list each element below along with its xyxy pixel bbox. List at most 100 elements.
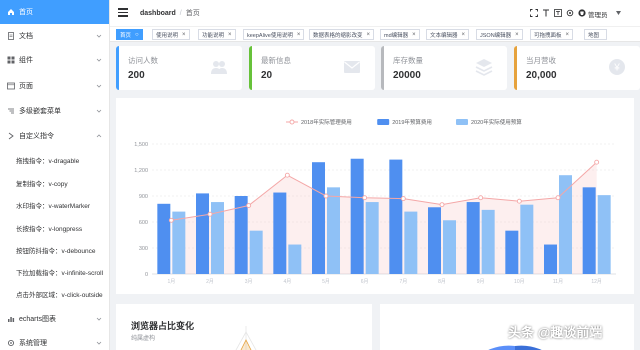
- fullscreen-icon[interactable]: [530, 9, 538, 17]
- stat-value: 20000: [393, 70, 421, 81]
- bar-budget-2019: [273, 192, 287, 274]
- tag-usage[interactable]: 使用说明 ×: [152, 29, 190, 40]
- sidebar-subitem-click-outside[interactable]: 点击外部区域：v-click-outside: [0, 284, 109, 304]
- line-point: [516, 198, 522, 204]
- card-stripe: [116, 46, 119, 90]
- legend-label: 2018年实际管理费用: [301, 118, 352, 126]
- font-size-icon[interactable]: [542, 9, 550, 17]
- sidebar-item-pages[interactable]: 页面: [0, 74, 109, 98]
- system-icon: [7, 339, 15, 347]
- y-tick-label: 900: [139, 194, 148, 200]
- stat-card-visitors: 访问人数 200: [116, 46, 242, 90]
- sidebar-subitem-copy[interactable]: 复制指令：v-copy: [0, 173, 109, 193]
- bar-budget-2019: [196, 193, 209, 274]
- panel-subtitle: 纯属虚构: [131, 336, 156, 342]
- tag-keepalive[interactable]: keepAlive使用说明 ×: [243, 29, 305, 40]
- sidebar-item-directives[interactable]: 自定义指令: [0, 124, 109, 148]
- chevron-down-icon: [96, 341, 102, 345]
- line-point: [246, 203, 252, 208]
- github-icon[interactable]: [578, 9, 586, 17]
- sidebar-subitem-infinite-scroll[interactable]: 下拉加载指令：v-infinite-scroll: [0, 262, 109, 282]
- bar-actual-2020: [327, 187, 340, 274]
- sidebar-item-label: 多级嵌套菜单: [19, 108, 61, 115]
- close-icon[interactable]: ×: [412, 32, 416, 38]
- component-icon: [7, 56, 15, 64]
- pie-chart-fragment: [488, 345, 542, 350]
- tag-text-editor[interactable]: 文本编辑器 ×: [426, 29, 470, 40]
- legend-marker: [377, 119, 390, 125]
- sidebar-item-docs[interactable]: 文档: [0, 24, 109, 48]
- bar-actual-2020: [172, 211, 186, 274]
- bar-budget-2019: [428, 207, 441, 274]
- close-icon[interactable]: ×: [182, 32, 186, 38]
- legend-marker: [456, 119, 468, 125]
- sidebar-item-components[interactable]: 组件: [0, 48, 109, 72]
- revenue-icon: ¥: [609, 59, 625, 75]
- close-icon[interactable]: ×: [297, 32, 301, 38]
- close-icon[interactable]: ×: [228, 32, 232, 38]
- x-tick-label: 7月: [399, 279, 407, 285]
- close-icon[interactable]: ×: [515, 32, 519, 38]
- close-icon[interactable]: ×: [566, 32, 570, 38]
- sidebar-item-echarts[interactable]: echarts图表: [0, 307, 109, 331]
- sidebar-item-label: echarts图表: [19, 316, 56, 323]
- tag-table-resize[interactable]: 数据表格的缩影改变 ×: [309, 29, 375, 40]
- line-point: [439, 202, 445, 208]
- tag-map[interactable]: 地图: [584, 29, 608, 40]
- bar-actual-2020: [520, 204, 534, 274]
- chart-icon: [7, 315, 15, 323]
- x-tick-label: 6月: [361, 279, 369, 285]
- x-tick-label: 10月: [514, 279, 525, 285]
- sidebar-item-system[interactable]: 系统管理: [0, 331, 109, 350]
- x-tick-label: 4月: [283, 279, 291, 285]
- sidebar-item-label: 首页: [19, 9, 33, 16]
- sidebar-subitem-watermarker[interactable]: 水印指令：v-waterMarker: [0, 195, 109, 215]
- stat-value: 20,000: [526, 70, 557, 81]
- bar-budget-2019: [389, 159, 403, 274]
- breadcrumb-item-dashboard[interactable]: dashboard: [140, 10, 176, 17]
- x-tick-label: 5月: [322, 279, 330, 285]
- language-icon[interactable]: [554, 9, 562, 17]
- tag-json-editor[interactable]: JSON编辑器 ×: [476, 29, 523, 40]
- sidebar-item-label: 页面: [19, 83, 33, 90]
- visitors-icon: [211, 61, 227, 74]
- hamburger-menu-icon[interactable]: [118, 8, 128, 17]
- sidebar-item-label: 自定义指令: [19, 133, 54, 140]
- bar-actual-2020: [443, 220, 456, 274]
- user-name[interactable]: 管理员: [588, 9, 608, 19]
- settings-icon[interactable]: [566, 9, 574, 17]
- x-tick-label: 11月: [553, 279, 563, 285]
- sidebar-item-home[interactable]: 首页: [0, 0, 109, 24]
- sidebar-subitem-longpress[interactable]: 长按指令：v-longpress: [0, 218, 109, 238]
- bar-actual-2020: [597, 195, 611, 274]
- bar-actual-2020: [559, 175, 572, 274]
- breadcrumb-item-home: 首页: [185, 10, 200, 17]
- stat-title: 访问人数: [128, 56, 158, 65]
- sidebar-item-nested-menu[interactable]: 多级嵌套菜单: [0, 99, 109, 123]
- card-stripe: [514, 46, 517, 90]
- message-icon: [344, 61, 360, 73]
- caret-down-icon[interactable]: [616, 11, 621, 15]
- line-point: [284, 172, 290, 178]
- tag-md-editor[interactable]: md编辑器 ×: [380, 29, 420, 40]
- x-tick-label: 12月: [591, 279, 602, 285]
- y-tick-label: 600: [139, 220, 148, 226]
- tag-features[interactable]: 功能说明 ×: [198, 29, 236, 40]
- budget-chart-panel: 0 300 600 900 1,200 1,500 1月 2月 3月 4月 5月 6月 7月 8月 9月 10…: [116, 98, 634, 294]
- sidebar-subitem-debounce[interactable]: 按钮防抖指令：v-debounce: [0, 240, 109, 260]
- bar-budget-2019: [312, 162, 325, 274]
- close-icon[interactable]: ×: [462, 32, 466, 38]
- sidebar-item-label: 系统管理: [19, 340, 47, 347]
- bar-actual-2020: [288, 244, 302, 274]
- chevron-down-icon: [96, 58, 102, 62]
- close-icon[interactable]: ×: [367, 32, 371, 38]
- sidebar-subitem-dragable[interactable]: 拖拽指令：v-dragable: [0, 150, 109, 170]
- chevron-up-icon: [96, 134, 102, 138]
- tag-home[interactable]: 首页 ○: [116, 29, 143, 40]
- breadcrumb: dashboard / 首页: [140, 8, 200, 18]
- bar-budget-2019: [505, 230, 519, 274]
- tag-drag-panel[interactable]: 可拖拽面板 ×: [530, 29, 574, 40]
- tags-view: 首页 ○ 使用说明 × 功能说明 × keepAlive使用说明 × 数据表格的缩影改变…: [110, 26, 640, 42]
- panel-title: 浏览器占比变化: [131, 321, 195, 331]
- y-tick-label: 300: [139, 246, 148, 252]
